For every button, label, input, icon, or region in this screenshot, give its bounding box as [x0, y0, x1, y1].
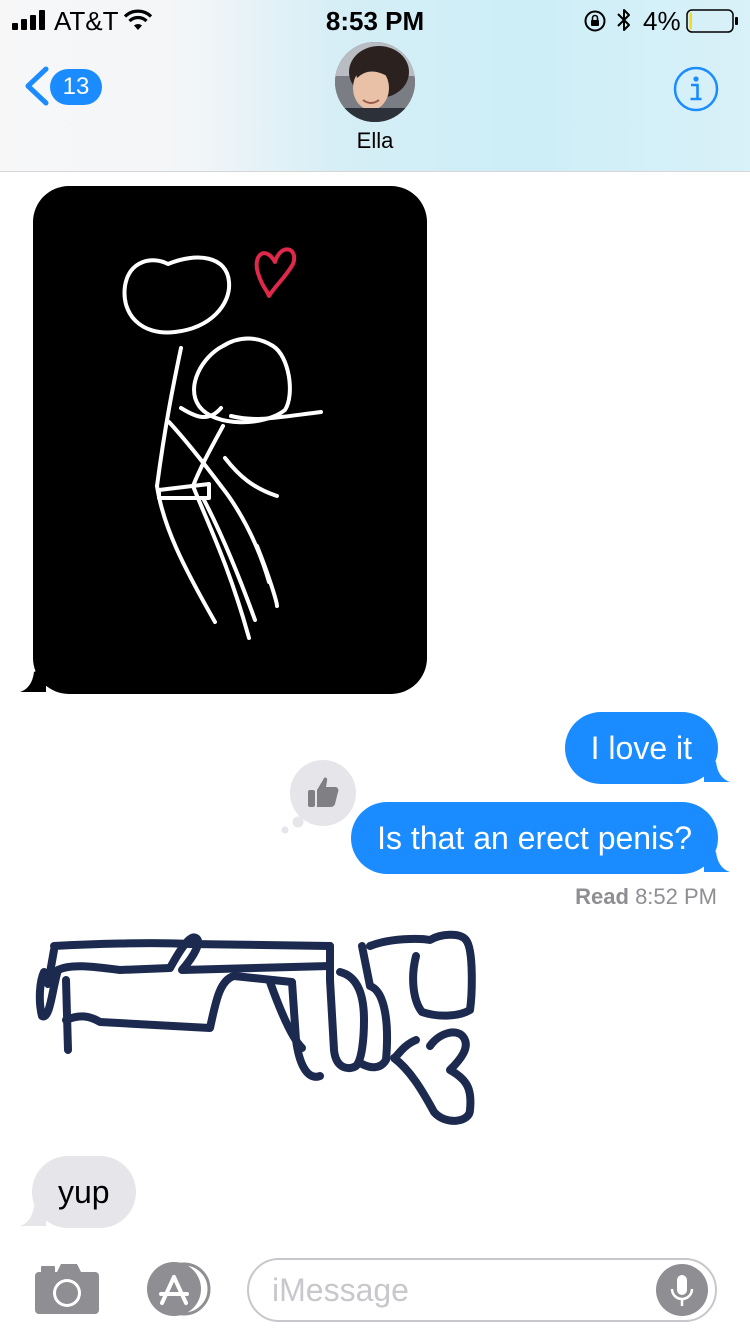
tapback-bubbles: [281, 816, 304, 834]
contact-avatar[interactable]: [335, 42, 415, 122]
conversation-header: AT&T 8:53 PM 4% 13 Ella: [0, 0, 750, 172]
outgoing-bubble-tail: [704, 846, 730, 872]
message-text: I love it: [590, 730, 692, 766]
message-input-placeholder: iMessage: [272, 1272, 409, 1308]
outgoing-bubble-tail: [704, 756, 730, 782]
microphone-icon: [670, 1275, 694, 1306]
read-time: 8:52 PM: [635, 884, 717, 909]
outgoing-message-bubble[interactable]: I love it: [564, 712, 718, 784]
bluetooth-icon: [617, 9, 630, 31]
back-chevron-icon[interactable]: [22, 66, 52, 106]
unread-count-badge[interactable]: 13: [50, 69, 102, 105]
incoming-message-bubble[interactable]: yup: [32, 1156, 136, 1228]
rotation-lock-icon: [584, 10, 606, 32]
incoming-sketch-message[interactable]: [30, 920, 490, 1130]
incoming-bubble-tail: [20, 1200, 46, 1226]
read-receipt: Read 8:52 PM: [575, 884, 717, 910]
contact-name[interactable]: Ella: [0, 128, 750, 154]
app-store-icon[interactable]: [140, 1260, 212, 1318]
status-bar: AT&T 8:53 PM 4%: [0, 0, 750, 40]
battery-percent: 4%: [643, 6, 681, 36]
incoming-drawing-message[interactable]: [33, 186, 427, 694]
dictation-button[interactable]: [656, 1264, 708, 1316]
outgoing-message-bubble[interactable]: Is that an erect penis?: [351, 802, 718, 874]
battery-icon: [686, 9, 738, 33]
avatar-photo: [335, 42, 415, 122]
message-text: yup: [58, 1174, 110, 1210]
status-time: 8:53 PM: [325, 6, 425, 36]
stick-figure-drawing: [122, 247, 323, 640]
camera-icon[interactable]: [33, 1262, 101, 1316]
message-text: Is that an erect penis?: [377, 820, 692, 856]
read-label: Read: [575, 884, 629, 909]
info-icon[interactable]: [673, 66, 719, 112]
